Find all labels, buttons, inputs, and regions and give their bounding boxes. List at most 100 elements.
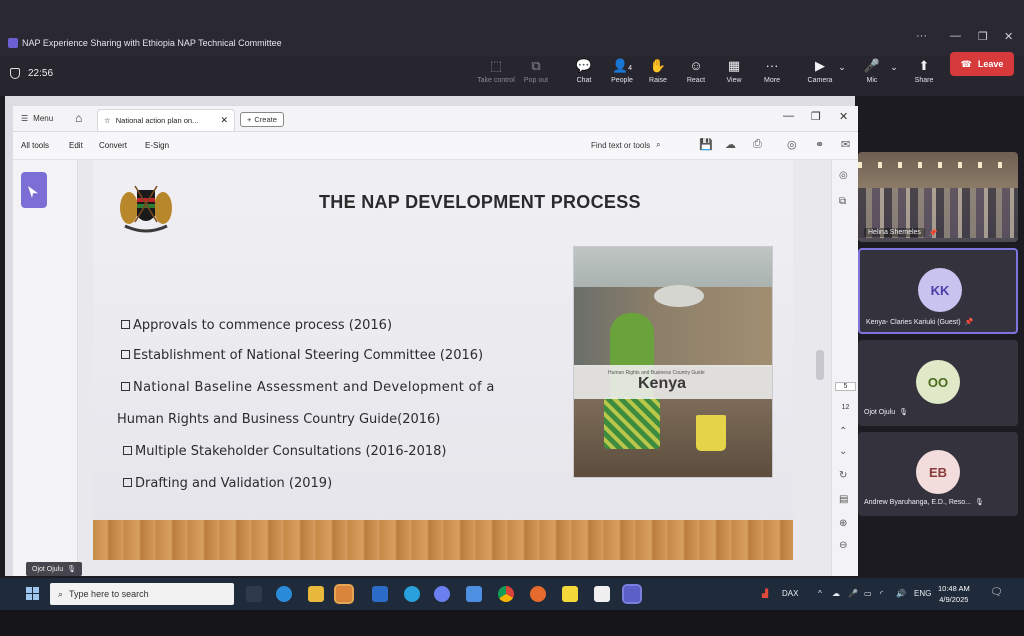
battery-icon[interactable]: ▭ — [864, 589, 872, 598]
notifications-icon[interactable]: 🗨 — [990, 587, 1003, 598]
monitor-bezel — [0, 610, 1024, 636]
ai-assistant-icon[interactable]: ◎ — [787, 138, 797, 151]
avatar: EB — [916, 450, 960, 494]
taskbar-search-input[interactable]: ⌕ Type here to search — [50, 583, 234, 605]
bullet-item: Approvals to commence process (2016) — [121, 318, 392, 333]
select-tool-button[interactable] — [21, 172, 47, 208]
minimize-icon[interactable]: — — [950, 30, 961, 42]
menu-all-tools[interactable]: All tools — [21, 141, 49, 150]
document-tab[interactable]: ☆ National action plan on... ✕ — [97, 109, 235, 131]
print-icon[interactable]: ⎙ — [753, 138, 762, 151]
find-text-tools[interactable]: Find text or tools ⌕ — [591, 140, 661, 150]
pop-out-button[interactable]: ⧉ Pop out — [516, 58, 556, 84]
document-scrollbar[interactable] — [816, 350, 824, 380]
people-icon: 👤4 — [611, 58, 633, 73]
edge-browser-icon[interactable] — [276, 586, 292, 602]
people-button[interactable]: 👤4 People — [602, 58, 642, 84]
current-page-field[interactable]: 5 — [835, 382, 856, 391]
file-explorer-icon[interactable] — [308, 586, 324, 602]
skype-icon[interactable] — [404, 586, 420, 602]
chevron-up-icon[interactable]: ^ — [818, 589, 822, 598]
zoom-out-icon[interactable]: ⊖ — [839, 540, 847, 551]
search-icon: ⌕ — [58, 588, 64, 599]
wifi-icon[interactable]: ◜ — [880, 589, 883, 598]
hamburger-icon: ☰ — [21, 114, 29, 123]
participant-tile[interactable]: EB Andrew Byaruhanga, E.D., Reso... 🎙 — [858, 432, 1018, 516]
star-icon[interactable]: ☆ — [104, 116, 111, 125]
task-view-icon[interactable] — [246, 586, 262, 602]
zoom-in-icon[interactable]: ⊕ — [839, 518, 847, 529]
outlook-icon[interactable] — [372, 586, 388, 602]
acrobat-minimize-icon[interactable]: — — [783, 110, 794, 122]
language-indicator[interactable]: ENG — [914, 589, 931, 598]
close-tab-icon[interactable]: ✕ — [220, 115, 228, 126]
page-icon[interactable]: ▤ — [839, 494, 848, 505]
acrobat-close-icon[interactable]: ✕ — [839, 110, 848, 123]
firefox-icon[interactable] — [530, 586, 546, 602]
taskbar-clock[interactable]: 10:48 AM 4/9/2025 — [938, 583, 970, 605]
checkbox-bullet-icon — [121, 320, 130, 329]
chevron-down-icon[interactable]: ⌄ — [839, 446, 847, 457]
checkbox-bullet-icon — [121, 382, 130, 391]
document-app-icon[interactable] — [594, 586, 610, 602]
menu-esign[interactable]: E-Sign — [145, 141, 169, 150]
refresh-icon[interactable]: ↻ — [839, 470, 847, 481]
link-icon[interactable]: ⚭ — [815, 138, 824, 151]
acrobat-menu-bar: All tools Edit Convert E-Sign Find text … — [13, 132, 858, 160]
chat-app-icon[interactable] — [466, 586, 482, 602]
chat-button[interactable]: 💬 Chat — [564, 58, 604, 84]
participant-tile-video[interactable]: Helina Shemeles 📌 — [858, 152, 1018, 242]
menu-edit[interactable]: Edit — [69, 141, 83, 150]
volume-icon[interactable]: 🔊 — [896, 589, 906, 598]
cover-title: Kenya — [638, 375, 687, 392]
leave-button[interactable]: ☎ Leave — [950, 52, 1014, 76]
restore-icon[interactable]: ❐ — [978, 30, 988, 43]
react-button[interactable]: ☺ React — [676, 58, 716, 84]
camera-options-chevron-icon[interactable]: ⌄ — [832, 58, 852, 77]
create-button[interactable]: + Create — [240, 112, 284, 127]
mic-options-chevron-icon[interactable]: ⌄ — [884, 58, 904, 77]
pin-icon: 📌 — [928, 229, 938, 237]
dax-label[interactable]: DAX — [782, 589, 798, 598]
email-icon[interactable]: ✉ — [841, 138, 850, 151]
meeting-timer: 22:56 — [10, 68, 53, 79]
plus-icon: + — [247, 115, 252, 124]
mic-off-icon: 🎙 — [67, 566, 77, 573]
more-button[interactable]: ··· More — [752, 58, 792, 84]
view-button[interactable]: ▦ View — [714, 58, 754, 84]
participant-tile[interactable]: KK Kenya- Claries Kariuki (Guest) 📌 — [858, 248, 1018, 334]
take-control-button[interactable]: ⬚ Take control — [476, 58, 516, 84]
chrome-icon[interactable] — [498, 586, 514, 602]
upload-icon[interactable]: ☁ — [725, 138, 736, 151]
save-icon[interactable]: 💾 — [699, 138, 713, 151]
participant-name: Kenya- Claries Kariuki (Guest) 📌 — [866, 318, 974, 327]
dax-icon[interactable]: ▟ — [762, 589, 768, 598]
presenter-label: Ojot Ojulu 🎙 — [26, 562, 83, 576]
sticky-notes-icon[interactable] — [562, 586, 578, 602]
kenya-guide-cover-image: Human Rights and Business Country Guide … — [573, 246, 773, 478]
menu-button[interactable]: ☰ Menu — [21, 114, 53, 123]
close-window-icon[interactable]: ✕ — [1004, 30, 1013, 43]
checkbox-bullet-icon — [123, 478, 132, 487]
windows-start-icon[interactable] — [26, 587, 39, 600]
chat-icon: 💬 — [575, 58, 593, 73]
zoom-icon[interactable] — [434, 586, 450, 602]
store-icon[interactable] — [334, 584, 354, 604]
smiley-icon: ☺ — [689, 58, 703, 73]
more-options-icon[interactable]: ··· — [916, 30, 927, 42]
onedrive-icon[interactable]: ☁ — [832, 589, 840, 598]
raise-hand-button[interactable]: ✋ Raise — [638, 58, 678, 84]
chevron-up-icon[interactable]: ⌃ — [839, 426, 847, 437]
share-button[interactable]: ⬆ Share — [904, 58, 944, 84]
participant-tile[interactable]: OO Ojot Ojulu 🎙 — [858, 340, 1018, 426]
share-icon: ⬆ — [918, 58, 930, 73]
acrobat-restore-icon[interactable]: ❐ — [811, 110, 821, 123]
copy-pages-icon[interactable]: ⧉ — [839, 196, 846, 207]
mic-tray-icon[interactable]: 🎤 — [848, 589, 858, 598]
home-icon[interactable]: ⌂ — [75, 111, 82, 125]
pin-icon: 📌 — [964, 319, 974, 326]
teams-icon[interactable] — [622, 584, 642, 604]
timer-text: 22:56 — [28, 68, 54, 79]
menu-convert[interactable]: Convert — [99, 141, 127, 150]
ai-icon[interactable]: ◎ — [839, 170, 848, 181]
